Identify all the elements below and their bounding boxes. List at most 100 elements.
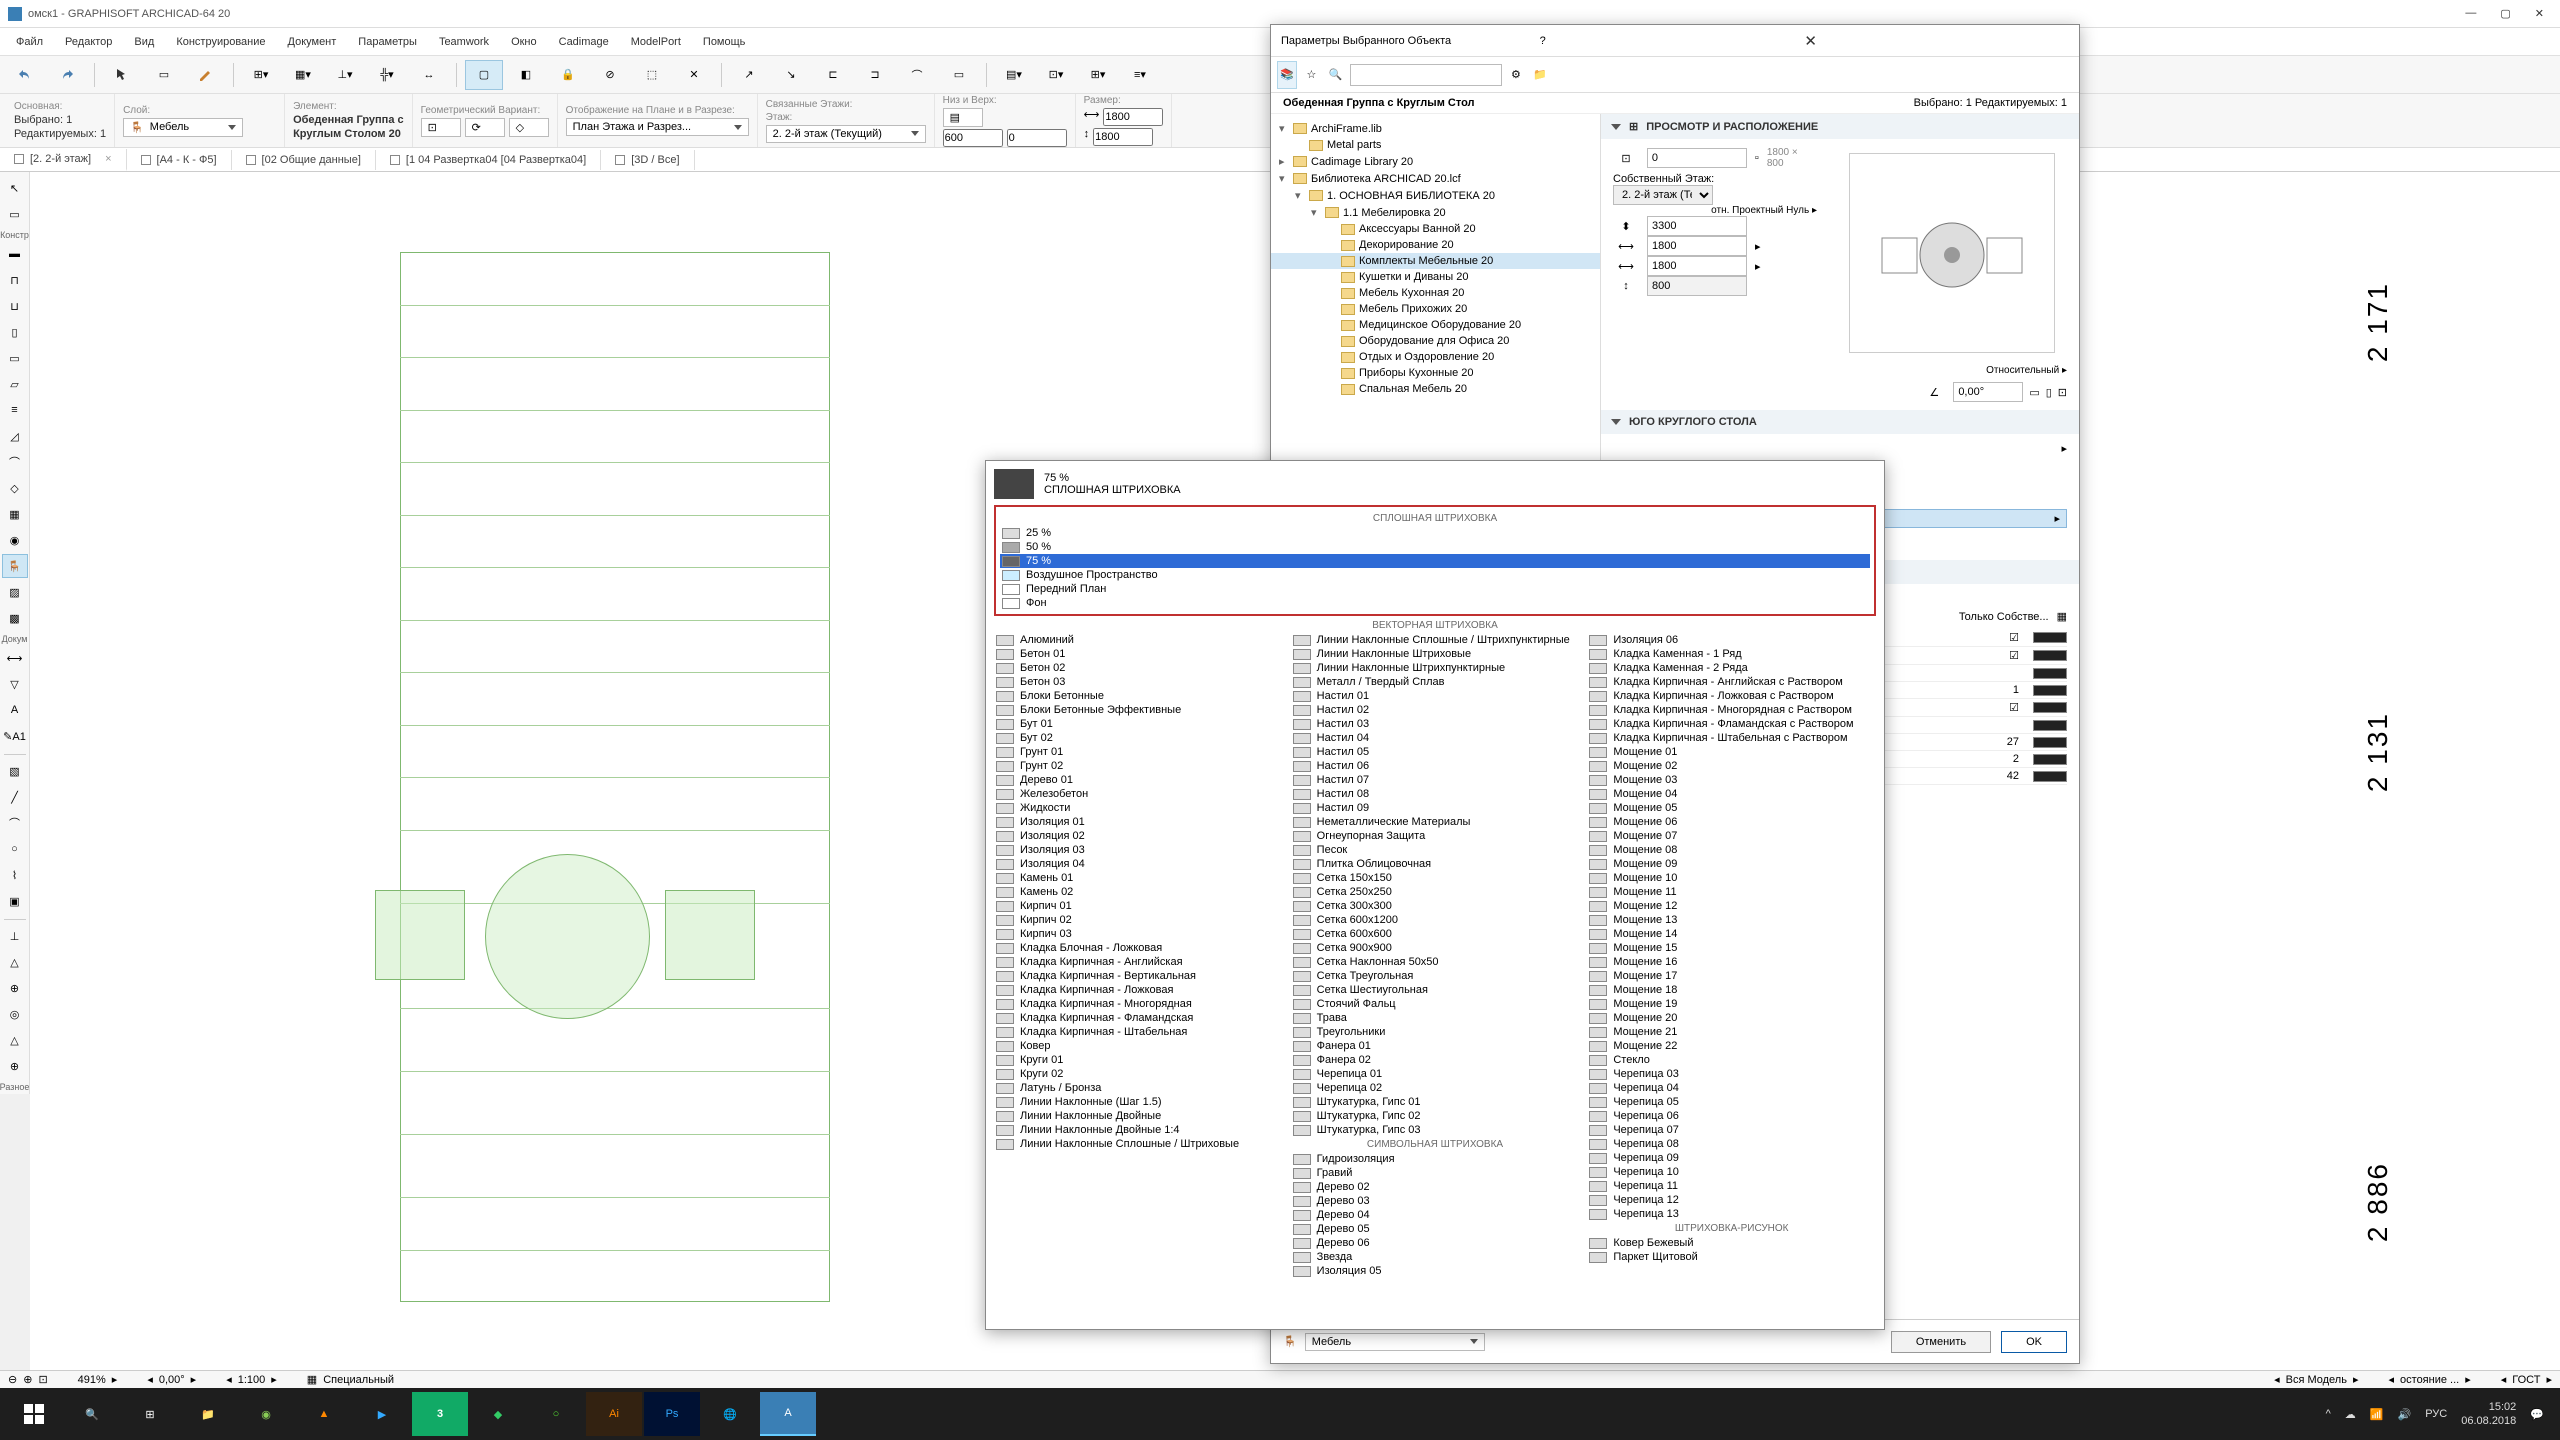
tab[interactable]: [02 Общие данные] [232, 150, 376, 170]
hatch-item[interactable]: Сетка Треугольная [1291, 969, 1580, 983]
hatch-item[interactable]: Мощение 02 [1587, 759, 1876, 773]
zoom-in-icon[interactable]: ⊕ [23, 1373, 32, 1386]
menu-редактор[interactable]: Редактор [55, 32, 122, 52]
hatch-item[interactable]: Изоляция 06 [1587, 633, 1876, 647]
hatch-item[interactable]: Черепица 06 [1587, 1109, 1876, 1123]
hatch-item[interactable]: 25 % [1000, 526, 1870, 540]
angle-input[interactable] [1953, 382, 2023, 402]
tree-node[interactable]: Приборы Кухонные 20 [1271, 365, 1600, 381]
marquee-tool-l[interactable]: ▭ [2, 202, 28, 226]
hatch-item[interactable]: Ковер Бежевый [1587, 1236, 1876, 1250]
tray-cloud-icon[interactable]: ☁ [2345, 1408, 2356, 1421]
hatch-item[interactable]: Жидкости [994, 801, 1283, 815]
hatch-item[interactable]: Линии Наклонные Сплошные / Штрихпунктирн… [1291, 633, 1580, 647]
folder-icon[interactable]: 📁 [1530, 61, 1550, 89]
hatch-item[interactable]: Передний План [1000, 582, 1870, 596]
redo-button[interactable] [48, 60, 86, 90]
worksheet-tool[interactable]: ⊕ [2, 976, 28, 1000]
tree-node[interactable]: ▸Cadimage Library 20 [1271, 153, 1600, 170]
hatch-item[interactable]: Треугольники [1291, 1025, 1580, 1039]
hatch-item[interactable]: 75 % [1000, 554, 1870, 568]
hatch-item[interactable]: Черепица 13 [1587, 1207, 1876, 1221]
floor-v2[interactable] [1007, 129, 1067, 147]
hatch-item[interactable]: Сетка 300x300 [1291, 899, 1580, 913]
fill-dropdown-arrow-icon[interactable]: ▸ [2054, 512, 2060, 525]
more-3[interactable]: ⊞▾ [1079, 60, 1117, 90]
hatch-item[interactable]: Черепица 09 [1587, 1151, 1876, 1165]
size-w[interactable] [1103, 108, 1163, 126]
val-c[interactable] [1647, 236, 1747, 256]
hatch-item[interactable]: Бут 01 [994, 717, 1283, 731]
tree-node[interactable]: ▾1. ОСНОВНАЯ БИБЛИОТЕКА 20 [1271, 187, 1600, 204]
snap-button[interactable]: ⊞▾ [242, 60, 280, 90]
val-e[interactable] [1647, 276, 1747, 296]
hatch-item[interactable]: Кладка Кирпичная - Штабельная [994, 1025, 1283, 1039]
elevation-tool[interactable]: △ [2, 950, 28, 974]
ok-button[interactable]: OK [2001, 1331, 2067, 1353]
cancel-button[interactable]: Отменить [1891, 1331, 1991, 1353]
tray-up-icon[interactable]: ^ [2326, 1408, 2331, 1420]
menu-cadimage[interactable]: Cadimage [549, 32, 619, 52]
hatch-item[interactable]: Кирпич 03 [994, 927, 1283, 941]
hatch-item[interactable]: Настил 06 [1291, 759, 1580, 773]
geom-icon-3[interactable]: ◇ [509, 118, 549, 137]
ruler-button[interactable]: ╬▾ [368, 60, 406, 90]
tree-node[interactable]: Декорирование 20 [1271, 237, 1600, 253]
hatch-item[interactable]: Паркет Щитовой [1587, 1250, 1876, 1264]
drawing-tool[interactable]: ▣ [2, 889, 28, 913]
hatch-item[interactable]: Кладка Кирпичная - Многорядная [994, 997, 1283, 1011]
marquee-tool[interactable]: ▭ [145, 60, 183, 90]
hatch-item[interactable]: Черепица 08 [1587, 1137, 1876, 1151]
roof-tool[interactable]: ◿ [2, 424, 28, 448]
hatch-item[interactable]: Бетон 02 [994, 661, 1283, 675]
suspend-button[interactable]: ⊘ [591, 60, 629, 90]
menu-вид[interactable]: Вид [124, 32, 164, 52]
hatch-item[interactable]: Мощение 05 [1587, 801, 1876, 815]
hatch-item[interactable]: Черепица 04 [1587, 1081, 1876, 1095]
hatch-item[interactable]: Изоляция 05 [1291, 1264, 1580, 1278]
layer-dropdown[interactable]: 🪑 Мебель [123, 118, 243, 137]
hatch-item[interactable]: Гидроизоляция [1291, 1152, 1580, 1166]
val-b[interactable] [1647, 216, 1747, 236]
hatch-item[interactable]: Линии Наклонные (Шаг 1.5) [994, 1095, 1283, 1109]
expand-all-icon[interactable]: ▸ [2061, 442, 2067, 455]
hatch-item[interactable]: Настил 02 [1291, 703, 1580, 717]
hatch-item[interactable]: Камень 01 [994, 871, 1283, 885]
tray-net-icon[interactable]: 📶 [2370, 1408, 2384, 1421]
hatch-item[interactable]: Мощение 20 [1587, 1011, 1876, 1025]
undo-button[interactable] [6, 60, 44, 90]
tree-node[interactable]: ▾Библиотека ARCHICAD 20.lcf [1271, 170, 1600, 187]
hatch-item[interactable]: Мощение 06 [1587, 815, 1876, 829]
menu-документ[interactable]: Документ [278, 32, 347, 52]
hatch-item[interactable]: Мощение 14 [1587, 927, 1876, 941]
hatch-item[interactable]: Мощение 15 [1587, 941, 1876, 955]
val-d[interactable] [1647, 256, 1747, 276]
hatch-item[interactable]: Настил 01 [1291, 689, 1580, 703]
tree-node[interactable]: Аксессуары Ванной 20 [1271, 221, 1600, 237]
dining-set-object[interactable] [375, 872, 755, 1002]
hatch-item[interactable]: Штукатурка, Гипс 02 [1291, 1109, 1580, 1123]
arrow-icon[interactable]: ▸ [1755, 240, 1761, 253]
tab[interactable]: [1 04 Развертка04 [04 Развертка04] [376, 150, 601, 170]
hatch-item[interactable]: Алюминий [994, 633, 1283, 647]
window-tool[interactable]: ⊔ [2, 294, 28, 318]
tree-node[interactable]: Медицинское Оборудование 20 [1271, 317, 1600, 333]
hatch-item[interactable]: Кирпич 01 [994, 899, 1283, 913]
help-icon[interactable]: ? [1540, 35, 1799, 47]
hatch-item[interactable]: Мощение 07 [1587, 829, 1876, 843]
hatch-item[interactable]: Кладка Кирпичная - Ложковая [994, 983, 1283, 997]
tree-node[interactable]: ▾1.1 Мебелировка 20 [1271, 204, 1600, 221]
fill-tool[interactable]: ▧ [2, 759, 28, 783]
edit-6[interactable]: ▭ [940, 60, 978, 90]
tree-node[interactable]: Мебель Прихожих 20 [1271, 301, 1600, 317]
hatch-item[interactable]: Линии Наклонные Штрихпунктирные [1291, 661, 1580, 675]
hatch-item[interactable]: Фанера 02 [1291, 1053, 1580, 1067]
story-dropdown[interactable]: 2. 2-й этаж (Текущий) [766, 125, 926, 143]
hatch-item[interactable]: Настил 05 [1291, 745, 1580, 759]
floor-ic1[interactable]: ▤ [943, 108, 983, 127]
tree-node[interactable]: Комплекты Мебельные 20 [1271, 253, 1600, 269]
anchor-icon[interactable]: ⊡ [1613, 148, 1639, 168]
geom-icon-1[interactable]: ⊡ [421, 118, 461, 137]
search-toggle[interactable]: 🔍 [1326, 61, 1346, 89]
hatch-item[interactable]: Изоляция 03 [994, 843, 1283, 857]
